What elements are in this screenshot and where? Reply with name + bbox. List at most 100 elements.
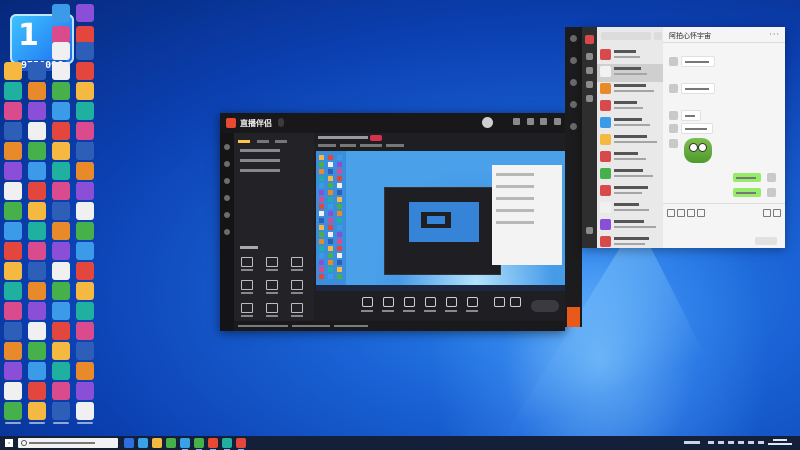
folder-icon[interactable] <box>677 209 685 217</box>
stream-preview[interactable] <box>316 151 565 291</box>
control-button[interactable] <box>402 297 416 315</box>
desktop-shortcut-icon[interactable] <box>74 342 96 364</box>
desktop-shortcut-icon[interactable] <box>74 202 96 224</box>
strip-hot-button[interactable] <box>567 307 580 327</box>
strip-icon[interactable] <box>570 35 577 42</box>
desktop-shortcut-icon[interactable] <box>50 102 72 124</box>
chats-icon[interactable] <box>586 53 593 60</box>
taskbar-app-icon[interactable] <box>166 438 176 448</box>
tab-material[interactable] <box>256 140 269 143</box>
call-icon[interactable] <box>763 209 771 217</box>
tool-button[interactable] <box>265 257 279 271</box>
user-avatar[interactable] <box>482 117 493 128</box>
control-button[interactable] <box>360 297 374 315</box>
desktop-shortcut-icon[interactable] <box>2 202 24 224</box>
desktop-shortcut-icon[interactable] <box>74 362 96 384</box>
desktop-shortcut-icon[interactable] <box>50 122 72 144</box>
tool-button[interactable] <box>240 303 254 317</box>
desktop-shortcut-icon[interactable] <box>2 222 24 244</box>
my-avatar[interactable] <box>585 35 594 44</box>
desktop-shortcut-icon[interactable] <box>74 62 96 84</box>
desktop-shortcut-icon[interactable] <box>50 302 72 324</box>
desktop-shortcut-icon[interactable] <box>26 382 48 404</box>
mic-button[interactable] <box>465 297 479 315</box>
conversation-item[interactable] <box>597 200 663 218</box>
desktop-shortcut-icon[interactable] <box>26 102 48 124</box>
message-input-area[interactable] <box>663 203 785 249</box>
taskbar-app-icon[interactable] <box>152 438 162 448</box>
desktop-shortcut-icon[interactable] <box>74 282 96 304</box>
desktop-shortcut-icon[interactable] <box>74 102 96 124</box>
desktop-shortcut-icon[interactable] <box>50 4 72 22</box>
desktop-shortcut-icon[interactable] <box>2 82 24 104</box>
desktop-shortcut-icon[interactable] <box>74 302 96 324</box>
desktop-shortcut-icon[interactable] <box>2 402 24 424</box>
conversation-item[interactable] <box>597 64 663 82</box>
more-icon[interactable]: ··· <box>769 30 780 39</box>
scene-item[interactable] <box>240 149 280 152</box>
nav-data-icon[interactable] <box>224 161 230 167</box>
conversation-item[interactable] <box>597 149 663 167</box>
history-icon[interactable] <box>697 209 705 217</box>
tray-icon[interactable] <box>728 441 734 444</box>
minimize-icon[interactable] <box>526 118 534 125</box>
close-icon[interactable] <box>554 118 561 125</box>
scissors-icon[interactable] <box>687 209 695 217</box>
desktop-shortcut-icon[interactable] <box>26 322 48 344</box>
desktop-shortcut-icon[interactable] <box>2 102 24 124</box>
desktop-shortcut-icon[interactable] <box>2 122 24 144</box>
taskbar-app-icon[interactable] <box>194 438 204 450</box>
tab-layout[interactable] <box>275 140 288 143</box>
taskbar-clock[interactable] <box>768 438 792 447</box>
input-method-icon[interactable] <box>758 441 764 444</box>
desktop-shortcut-icon[interactable] <box>2 302 24 324</box>
desktop-shortcut-icon[interactable] <box>74 162 96 184</box>
conversation-item[interactable] <box>597 81 663 99</box>
control-button[interactable] <box>381 297 395 315</box>
taskbar-app-icon[interactable] <box>138 438 148 448</box>
tray-icon[interactable] <box>718 441 724 444</box>
desktop-shortcut-icon[interactable] <box>74 222 96 244</box>
taskbar-app-icon[interactable] <box>180 438 190 450</box>
strip-icon[interactable] <box>570 101 577 108</box>
desktop-shortcut-icon[interactable] <box>74 182 96 204</box>
strip-icon[interactable] <box>570 57 577 64</box>
desktop-shortcut-icon[interactable] <box>2 62 24 84</box>
desktop-shortcut-icon[interactable] <box>26 182 48 204</box>
nav-more-icon[interactable] <box>224 229 230 235</box>
nav-live-icon[interactable] <box>224 144 230 150</box>
files-icon[interactable] <box>586 95 593 102</box>
desktop-shortcut-icon[interactable] <box>74 42 96 60</box>
desktop-shortcut-icon[interactable] <box>26 222 48 244</box>
settings-icon[interactable] <box>513 118 521 125</box>
desktop-shortcut-icon[interactable] <box>2 382 24 404</box>
desktop-shortcut-icon[interactable] <box>2 342 24 364</box>
taskbar-app-icon[interactable] <box>236 438 246 450</box>
control-button[interactable] <box>444 297 458 315</box>
desktop-shortcut-icon[interactable] <box>74 242 96 264</box>
maximize-icon[interactable] <box>540 118 548 125</box>
desktop-shortcut-icon[interactable] <box>74 122 96 144</box>
tool-button[interactable] <box>290 257 304 271</box>
sticker-image[interactable] <box>684 138 712 163</box>
strip-icon[interactable] <box>570 79 577 86</box>
taskbar-app-icon[interactable] <box>222 438 232 450</box>
desktop-shortcut-icon[interactable] <box>50 362 72 384</box>
desktop-shortcut-icon[interactable] <box>50 182 72 204</box>
desktop-shortcut-icon[interactable] <box>2 362 24 384</box>
desktop-shortcut-icon[interactable] <box>50 202 72 224</box>
desktop-shortcut-icon[interactable] <box>2 142 24 164</box>
conversation-item[interactable] <box>597 183 663 201</box>
conversation-item[interactable] <box>597 166 663 184</box>
desktop-shortcut-icon[interactable] <box>2 182 24 204</box>
desktop-shortcut-icon[interactable] <box>26 202 48 224</box>
conversation-item[interactable] <box>597 98 663 116</box>
scene-item[interactable] <box>240 169 280 172</box>
tab-scene[interactable] <box>238 140 250 143</box>
desktop-shortcut-icon[interactable] <box>74 322 96 344</box>
desktop-shortcut-icon[interactable] <box>26 142 48 164</box>
camera-icon[interactable] <box>492 297 506 315</box>
desktop-shortcut-icon[interactable] <box>50 82 72 104</box>
desktop-shortcut-icon[interactable] <box>50 282 72 304</box>
emoji-icon[interactable] <box>667 209 675 217</box>
